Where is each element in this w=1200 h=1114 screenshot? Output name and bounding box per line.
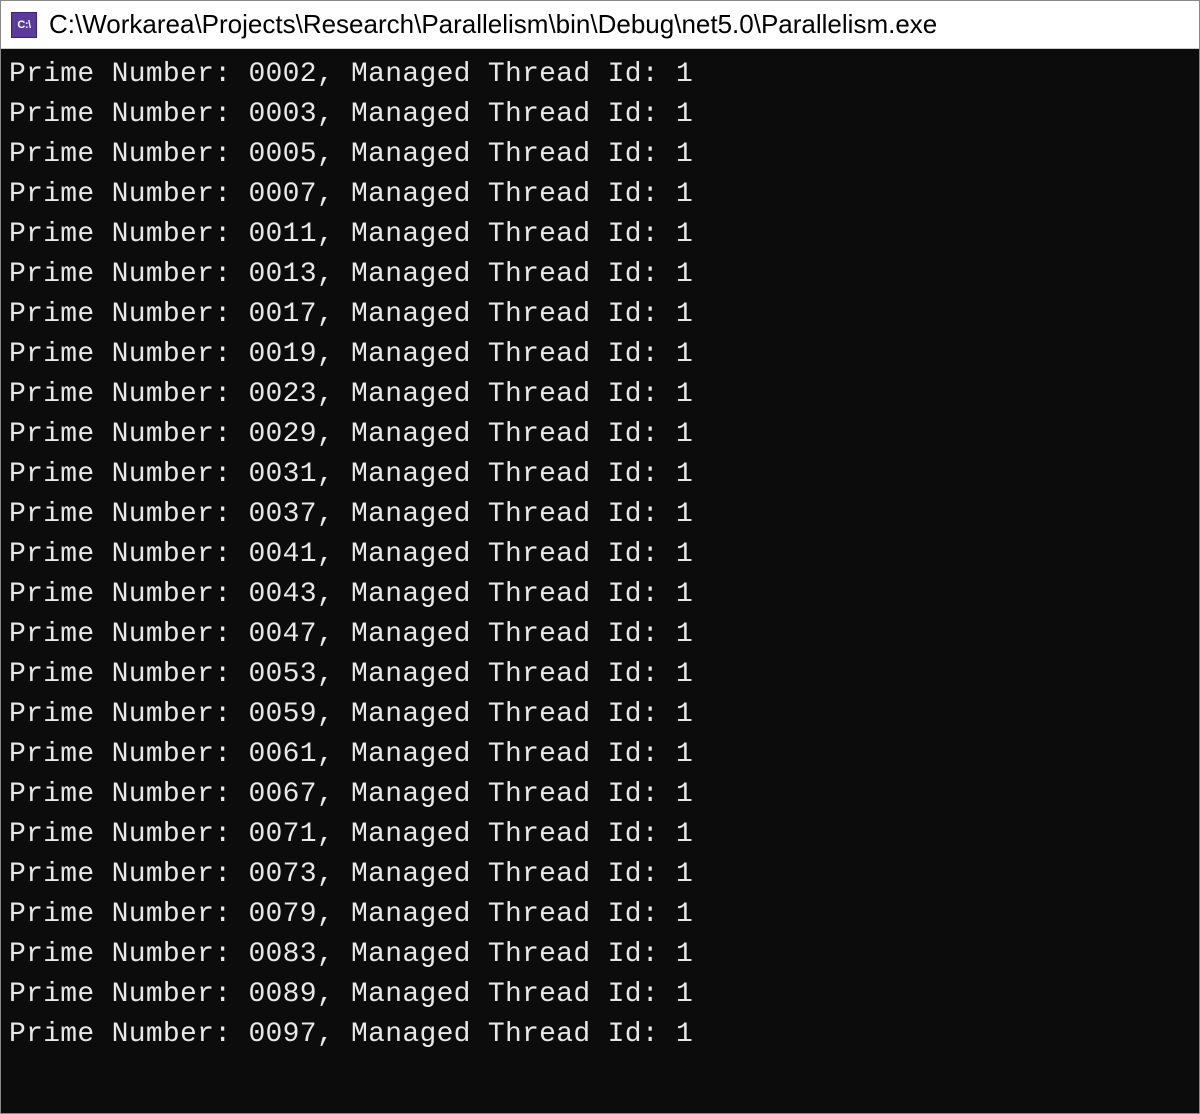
console-line: Prime Number: 0089, Managed Thread Id: 1 (9, 975, 1191, 1015)
console-line: Prime Number: 0047, Managed Thread Id: 1 (9, 615, 1191, 655)
console-line: Prime Number: 0041, Managed Thread Id: 1 (9, 535, 1191, 575)
console-line: Prime Number: 0053, Managed Thread Id: 1 (9, 655, 1191, 695)
console-line: Prime Number: 0029, Managed Thread Id: 1 (9, 415, 1191, 455)
console-app-icon-label: C:\ (17, 19, 30, 31)
console-line: Prime Number: 0059, Managed Thread Id: 1 (9, 695, 1191, 735)
console-line: Prime Number: 0083, Managed Thread Id: 1 (9, 935, 1191, 975)
console-line: Prime Number: 0017, Managed Thread Id: 1 (9, 295, 1191, 335)
console-app-icon: C:\ (11, 12, 37, 38)
console-line: Prime Number: 0071, Managed Thread Id: 1 (9, 815, 1191, 855)
console-line: Prime Number: 0011, Managed Thread Id: 1 (9, 215, 1191, 255)
console-line: Prime Number: 0043, Managed Thread Id: 1 (9, 575, 1191, 615)
console-line: Prime Number: 0013, Managed Thread Id: 1 (9, 255, 1191, 295)
console-line: Prime Number: 0003, Managed Thread Id: 1 (9, 95, 1191, 135)
console-line: Prime Number: 0067, Managed Thread Id: 1 (9, 775, 1191, 815)
console-window: C:\ C:\Workarea\Projects\Research\Parall… (0, 0, 1200, 1114)
console-output[interactable]: Prime Number: 0002, Managed Thread Id: 1… (1, 49, 1199, 1113)
console-line: Prime Number: 0005, Managed Thread Id: 1 (9, 135, 1191, 175)
console-line: Prime Number: 0019, Managed Thread Id: 1 (9, 335, 1191, 375)
console-line: Prime Number: 0031, Managed Thread Id: 1 (9, 455, 1191, 495)
titlebar[interactable]: C:\ C:\Workarea\Projects\Research\Parall… (1, 1, 1199, 49)
window-title: C:\Workarea\Projects\Research\Parallelis… (49, 9, 937, 40)
console-line: Prime Number: 0007, Managed Thread Id: 1 (9, 175, 1191, 215)
console-line: Prime Number: 0097, Managed Thread Id: 1 (9, 1015, 1191, 1055)
console-line: Prime Number: 0079, Managed Thread Id: 1 (9, 895, 1191, 935)
console-line: Prime Number: 0061, Managed Thread Id: 1 (9, 735, 1191, 775)
console-line: Prime Number: 0002, Managed Thread Id: 1 (9, 55, 1191, 95)
console-line: Prime Number: 0037, Managed Thread Id: 1 (9, 495, 1191, 535)
console-line: Prime Number: 0023, Managed Thread Id: 1 (9, 375, 1191, 415)
console-line: Prime Number: 0073, Managed Thread Id: 1 (9, 855, 1191, 895)
